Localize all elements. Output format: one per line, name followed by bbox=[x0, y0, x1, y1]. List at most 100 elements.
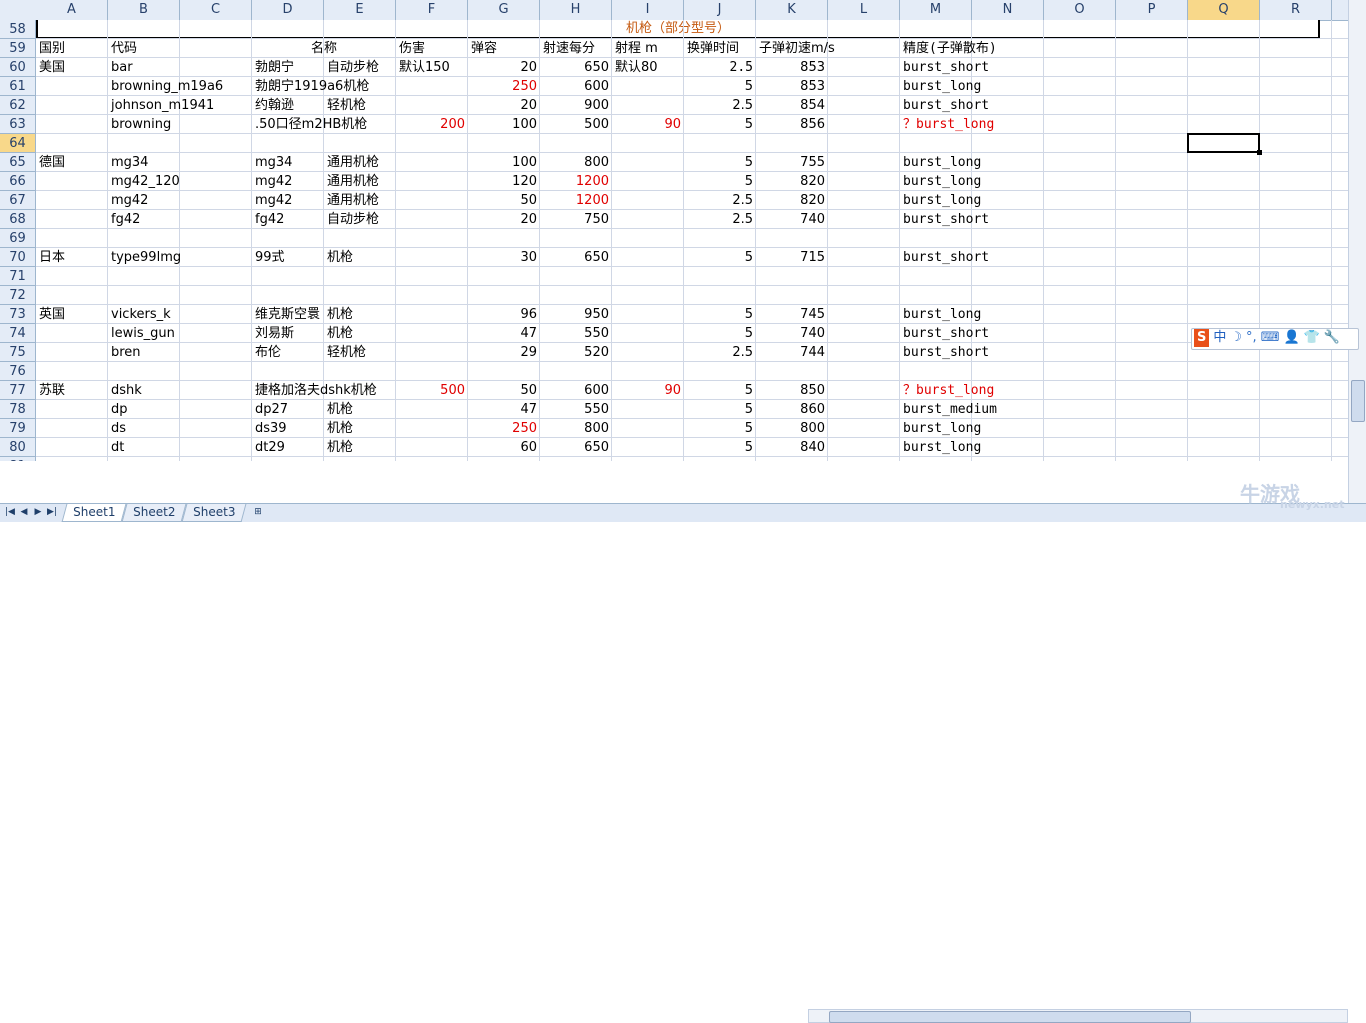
cell-m78[interactable]: burst_medium bbox=[900, 400, 997, 419]
cell-g78[interactable]: 47 bbox=[468, 400, 540, 419]
cell-b62[interactable]: johnson_m1941 bbox=[108, 96, 214, 115]
cell-e73[interactable]: 机枪 bbox=[324, 305, 396, 324]
cell-m77[interactable]: ？burst_long bbox=[900, 381, 994, 400]
settings-icon[interactable]: 🔧 bbox=[1324, 329, 1340, 347]
cell-m68[interactable]: burst_short bbox=[900, 210, 989, 229]
row-header-78[interactable]: 78 bbox=[0, 400, 36, 419]
column-header-k[interactable]: K bbox=[756, 0, 828, 20]
cell-g68[interactable]: 20 bbox=[468, 210, 540, 229]
cell-k77[interactable]: 850 bbox=[756, 381, 828, 400]
cell-j66[interactable]: 5 bbox=[684, 172, 756, 191]
row-header-71[interactable]: 71 bbox=[0, 267, 36, 286]
cell-h70[interactable]: 650 bbox=[540, 248, 612, 267]
cell-j67[interactable]: 2.5 bbox=[684, 191, 756, 210]
cell-d74[interactable]: 刘易斯 bbox=[252, 324, 324, 343]
cell-g79[interactable]: 250 bbox=[468, 419, 540, 438]
cell-h61[interactable]: 600 bbox=[540, 77, 612, 96]
cell-a77[interactable]: 苏联 bbox=[36, 381, 108, 400]
cell-b63[interactable]: browning bbox=[108, 115, 180, 134]
cell-e70[interactable]: 机枪 bbox=[324, 248, 396, 267]
cell-d62[interactable]: 约翰逊 bbox=[252, 96, 324, 115]
sheet-tab-sheet1[interactable]: Sheet1 bbox=[61, 504, 127, 522]
cell-b61[interactable]: browning_m19a6 bbox=[108, 77, 223, 96]
keyboard-icon[interactable]: ⌨ bbox=[1261, 329, 1280, 347]
cell-j65[interactable]: 5 bbox=[684, 153, 756, 172]
cell-b77[interactable]: dshk bbox=[108, 381, 180, 400]
cell-d77[interactable]: 捷格加洛夫dshk机枪 bbox=[252, 381, 377, 400]
ime-toolbar[interactable]: S 中 ☽ °, ⌨ 👤 👕 🔧 bbox=[1191, 328, 1359, 350]
column-header-n[interactable]: N bbox=[972, 0, 1044, 20]
cell-g65[interactable]: 100 bbox=[468, 153, 540, 172]
cell-b75[interactable]: bren bbox=[108, 343, 180, 362]
cell-h59[interactable]: 射速每分 bbox=[540, 39, 612, 58]
cell-k59[interactable]: 子弹初速m/s bbox=[756, 39, 835, 58]
cell-e75[interactable]: 轻机枪 bbox=[324, 343, 396, 362]
spreadsheet-grid[interactable]: ABCDEFGHIJKLMNOPQR 58 59 60 61 62 63 64 65 66 67 6… bbox=[0, 0, 1349, 461]
row-header-79[interactable]: 79 bbox=[0, 419, 36, 438]
cell-m74[interactable]: burst_short bbox=[900, 324, 989, 343]
cell-m75[interactable]: burst_short bbox=[900, 343, 989, 362]
row-header-59[interactable]: 59 bbox=[0, 39, 36, 58]
cell-b68[interactable]: fg42 bbox=[108, 210, 180, 229]
column-header-r[interactable]: R bbox=[1260, 0, 1332, 20]
cell-i59[interactable]: 射程 m bbox=[612, 39, 684, 58]
column-header-c[interactable]: C bbox=[180, 0, 252, 20]
row-header-76[interactable]: 76 bbox=[0, 362, 36, 381]
cell-g77[interactable]: 50 bbox=[468, 381, 540, 400]
next-sheet-icon[interactable]: ▶ bbox=[32, 506, 44, 519]
cell-e74[interactable]: 机枪 bbox=[324, 324, 396, 343]
cell-g73[interactable]: 96 bbox=[468, 305, 540, 324]
cell-k66[interactable]: 820 bbox=[756, 172, 828, 191]
cell-k70[interactable]: 715 bbox=[756, 248, 828, 267]
cell-k78[interactable]: 860 bbox=[756, 400, 828, 419]
cell-k73[interactable]: 745 bbox=[756, 305, 828, 324]
cell-j60[interactable]: 2.5 bbox=[684, 58, 756, 77]
cell-j68[interactable]: 2.5 bbox=[684, 210, 756, 229]
cell-m65[interactable]: burst_long bbox=[900, 153, 981, 172]
cell-e65[interactable]: 通用机枪 bbox=[324, 153, 396, 172]
row-header-63[interactable]: 63 bbox=[0, 115, 36, 134]
cell-k65[interactable]: 755 bbox=[756, 153, 828, 172]
cell-g80[interactable]: 60 bbox=[468, 438, 540, 457]
cell-b66[interactable]: mg42_120 bbox=[108, 172, 180, 191]
insert-sheet-icon[interactable]: ⊞ bbox=[250, 506, 266, 519]
cell-g66[interactable]: 120 bbox=[468, 172, 540, 191]
row-header-77[interactable]: 77 bbox=[0, 381, 36, 400]
row-header-62[interactable]: 62 bbox=[0, 96, 36, 115]
row-header-75[interactable]: 75 bbox=[0, 343, 36, 362]
cell-e60[interactable]: 自动步枪 bbox=[324, 58, 396, 77]
row-header-67[interactable]: 67 bbox=[0, 191, 36, 210]
column-header-f[interactable]: F bbox=[396, 0, 468, 20]
cell-e78[interactable]: 机枪 bbox=[324, 400, 396, 419]
cell-g70[interactable]: 30 bbox=[468, 248, 540, 267]
horizontal-scroll-thumb[interactable] bbox=[829, 1011, 1191, 1023]
cell-m66[interactable]: burst_long bbox=[900, 172, 981, 191]
user-icon[interactable]: 👤 bbox=[1283, 329, 1299, 347]
cell-m79[interactable]: burst_long bbox=[900, 419, 981, 438]
row-header-65[interactable]: 65 bbox=[0, 153, 36, 172]
row-header-68[interactable]: 68 bbox=[0, 210, 36, 229]
cell-j78[interactable]: 5 bbox=[684, 400, 756, 419]
column-header-a[interactable]: A bbox=[36, 0, 108, 20]
cell-j75[interactable]: 2.5 bbox=[684, 343, 756, 362]
cell-h73[interactable]: 950 bbox=[540, 305, 612, 324]
prev-sheet-icon[interactable]: ◀ bbox=[18, 506, 30, 519]
row-header-72[interactable]: 72 bbox=[0, 286, 36, 305]
row-header-58[interactable]: 58 bbox=[0, 20, 36, 39]
column-header-b[interactable]: B bbox=[108, 0, 180, 20]
cell-a59[interactable]: 国别 bbox=[36, 39, 108, 58]
cell-b80[interactable]: dt bbox=[108, 438, 180, 457]
column-header-l[interactable]: L bbox=[828, 0, 900, 20]
cell-k62[interactable]: 854 bbox=[756, 96, 828, 115]
cell-d61[interactable]: 勃朗宁1919a6机枪 bbox=[252, 77, 369, 96]
column-header-o[interactable]: O bbox=[1044, 0, 1116, 20]
row-header-61[interactable]: 61 bbox=[0, 77, 36, 96]
cell-j77[interactable]: 5 bbox=[684, 381, 756, 400]
cell-g62[interactable]: 20 bbox=[468, 96, 540, 115]
cell-m73[interactable]: burst_long bbox=[900, 305, 981, 324]
cell-m61[interactable]: burst_long bbox=[900, 77, 981, 96]
cell-e79[interactable]: 机枪 bbox=[324, 419, 396, 438]
cell-m80[interactable]: burst_long bbox=[900, 438, 981, 457]
cell-k80[interactable]: 840 bbox=[756, 438, 828, 457]
cell-d66[interactable]: mg42 bbox=[252, 172, 324, 191]
